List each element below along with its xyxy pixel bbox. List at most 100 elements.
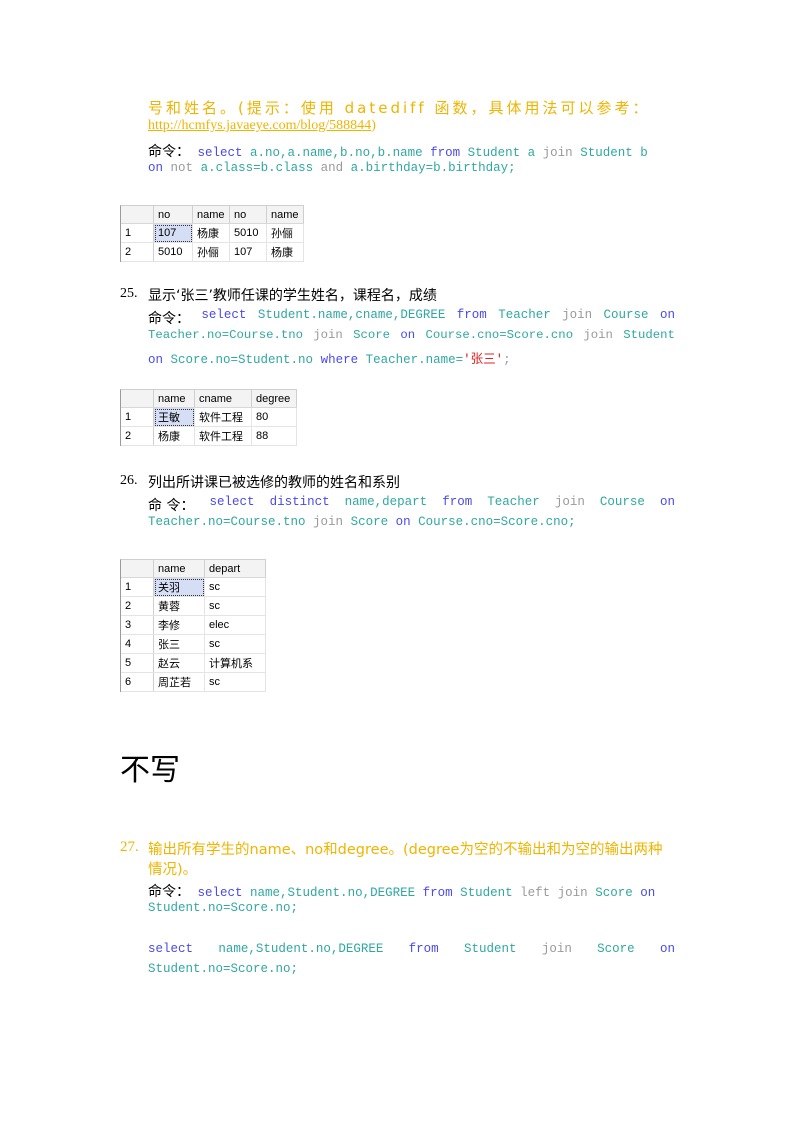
code-token: a.class=b.class [200, 161, 314, 175]
code-token: join [562, 308, 593, 322]
code-token: on [640, 886, 656, 900]
code-token: Score [350, 515, 389, 529]
reference-link[interactable]: http://hcmfys.javaeye.com/blog/588844 [148, 118, 371, 133]
code-token: Course.cno=Score.cno [425, 328, 574, 342]
code-token: Course [603, 308, 649, 322]
q27-title-line-1: 输出所有学生的name、no和degree。(degree为空的不输出和为空的输… [148, 842, 663, 858]
grid-cell[interactable]: 杨康 [153, 426, 195, 446]
code-token: select [197, 886, 243, 900]
code-token: Course.cno=Score.cno; [418, 515, 576, 529]
code-token: Student.no=Score.no; [148, 962, 299, 976]
row-number: 5 [121, 653, 154, 673]
grid-cell[interactable]: 黄蓉 [153, 596, 205, 616]
code-token: Student.no=Score.no; [148, 901, 299, 915]
code-token: Student a [467, 146, 536, 160]
command-label: 命 令： [148, 498, 195, 514]
code-token: from [456, 308, 487, 322]
grid-cell[interactable]: 软件工程 [194, 407, 252, 427]
grid-cell[interactable]: sc [204, 596, 266, 616]
code-token: ; [503, 353, 511, 367]
grid-cell[interactable]: 王敏 [153, 407, 195, 427]
code-token: on [659, 308, 675, 322]
code-token: a.no,a.name,b.no,b.name [250, 146, 423, 160]
grid-cell[interactable]: 107 [153, 223, 193, 243]
grid-cell[interactable]: 李修 [153, 615, 205, 635]
row-number: 2 [121, 426, 154, 446]
q27-command-line-1: 命令： select name,Student.no,DEGREE from S… [148, 881, 675, 901]
row-number: 1 [121, 407, 154, 427]
code-token: Student [623, 328, 675, 342]
code-token: Teacher.no=Course.tno [148, 515, 306, 529]
code-token: where [320, 353, 359, 367]
code-token: join [554, 495, 585, 509]
code-token: join [542, 146, 573, 160]
code-token: name,Student.no,DEGREE [218, 942, 384, 956]
q25-title: 显示‘张三’教师任课的学生姓名，课程名，成绩 [148, 288, 437, 304]
grid-cell[interactable]: 杨康 [266, 242, 304, 262]
grid-cell[interactable]: 张三 [153, 634, 205, 654]
column-header[interactable]: no [153, 206, 193, 224]
column-header[interactable]: cname [194, 390, 252, 408]
grid-cell[interactable]: 关羽 [153, 577, 205, 597]
q25-result-grid: name cname degree 1 王敏 软件工程 80 2 杨康 软件工程… [120, 389, 297, 446]
row-number: 2 [121, 596, 154, 616]
table-row: 2 5010 孙俪 107 杨康 [121, 242, 304, 262]
grid-cell[interactable]: elec [204, 615, 266, 635]
table-row: 1 107 杨康 5010 孙俪 [121, 223, 304, 243]
row-number: 1 [121, 577, 154, 597]
column-header[interactable]: degree [251, 390, 297, 408]
grid-cell[interactable]: 80 [251, 407, 297, 427]
code-token: Teacher.name= [365, 353, 464, 367]
command-label: 命令： [148, 311, 190, 327]
code-token: select [209, 495, 255, 509]
column-header[interactable]: name [266, 206, 304, 224]
code-token: left join [520, 886, 588, 900]
grid-cell[interactable]: sc [204, 634, 266, 654]
grid-cell[interactable]: 软件工程 [194, 426, 252, 446]
q24-result-grid: no name no name 1 107 杨康 5010 孙俪 2 5010 … [120, 205, 304, 262]
code-token: on [659, 495, 675, 509]
code-token: on [148, 353, 164, 367]
code-token: select [201, 308, 247, 322]
grid-cell[interactable]: 孙俪 [266, 223, 304, 243]
grid-cell[interactable]: 5010 [229, 223, 267, 243]
big-heading: 不写 [120, 753, 180, 788]
grid-cell[interactable]: sc [204, 672, 266, 692]
table-row: 1 关羽 sc [121, 577, 266, 597]
code-token: from [442, 495, 473, 509]
grid-cell[interactable]: 5010 [153, 242, 193, 262]
code-token: on [400, 328, 416, 342]
grid-cell[interactable]: 计算机系 [204, 653, 266, 673]
column-header[interactable]: name [153, 560, 205, 578]
column-header[interactable]: name [153, 390, 195, 408]
code-token: and [320, 161, 344, 175]
column-header[interactable]: name [192, 206, 230, 224]
table-row: 2 杨康 软件工程 88 [121, 426, 297, 446]
row-number: 1 [121, 223, 154, 243]
code-token: Score.no=Student.no [170, 353, 314, 367]
grid-header-row: name depart [121, 560, 266, 578]
grid-cell[interactable]: sc [204, 577, 266, 597]
grid-cell[interactable]: 周芷若 [153, 672, 205, 692]
grid-cell[interactable]: 赵云 [153, 653, 205, 673]
q26-title: 列出所讲课已被选修的教师的姓名和系别 [148, 475, 400, 491]
table-row: 2 黄蓉 sc [121, 596, 266, 616]
grid-cell[interactable]: 107 [229, 242, 267, 262]
table-row: 1 王敏 软件工程 80 [121, 407, 297, 427]
command-label: 命令： [148, 144, 190, 160]
code-token: join [541, 942, 572, 956]
grid-cell[interactable]: 孙俪 [192, 242, 230, 262]
code-token: name,Student.no,DEGREE [250, 886, 416, 900]
code-token: join [583, 328, 613, 342]
grid-cell[interactable]: 杨康 [192, 223, 230, 243]
grid-corner [121, 206, 154, 224]
code-token: name,depart [344, 495, 428, 509]
code-token: Score [595, 886, 633, 900]
code-token: on [148, 161, 164, 175]
row-number: 4 [121, 634, 154, 654]
column-header[interactable]: depart [204, 560, 266, 578]
grid-cell[interactable]: 88 [251, 426, 297, 446]
q24-paren: ) [371, 118, 376, 133]
column-header[interactable]: no [229, 206, 267, 224]
code-token: not [170, 161, 194, 175]
